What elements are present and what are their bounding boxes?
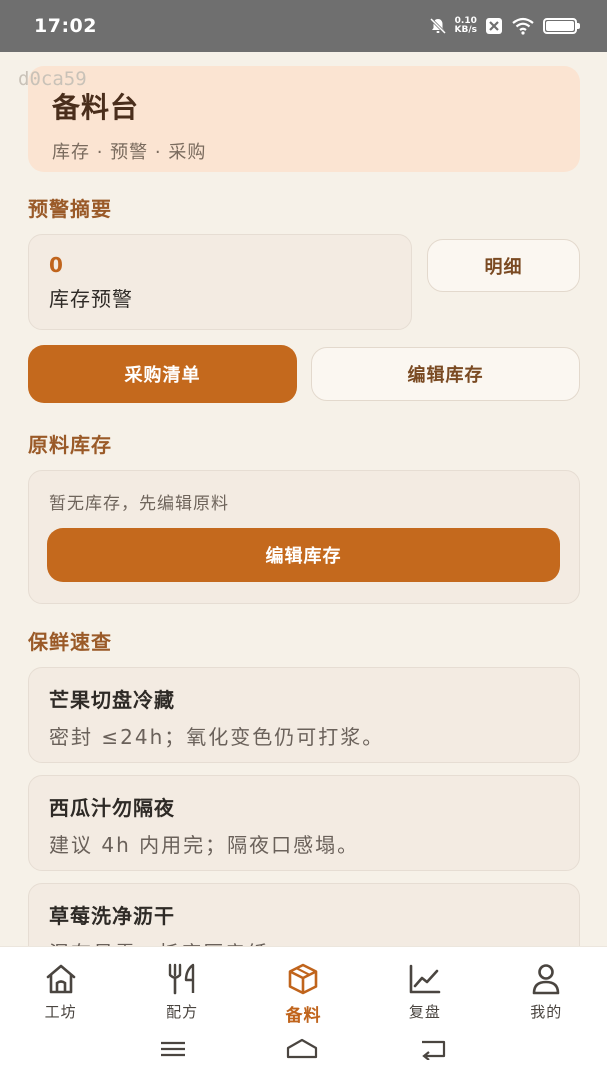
wifi-icon [511,17,535,35]
nav-label: 复盘 [408,1003,441,1021]
user-icon [528,961,564,997]
nav-item-recipes[interactable]: 配方 [132,961,232,1031]
header-card: 备料台 库存 · 预警 · 采购 [28,66,580,172]
nav-item-profile[interactable]: 我的 [496,961,596,1031]
net-speed: 0.10 KB/s [455,17,477,35]
utensils-icon [164,961,200,997]
section-title-alerts: 预警摘要 [28,197,112,221]
stock-empty-text: 暂无库存，先编辑原料 [49,494,229,514]
freshness-desc: 建议 4h 内用完；隔夜口感塌。 [49,833,360,857]
alert-label: 库存预警 [49,287,133,311]
menu-icon[interactable] [159,1040,187,1062]
watermark: d0ca59 [18,68,87,90]
section-title-freshness: 保鲜速查 [28,630,112,654]
status-bar: 17:02 0.10 KB/s [0,0,607,52]
home-icon [43,961,79,997]
nav-label: 备料 [285,1006,322,1026]
nav-item-prep[interactable]: 备料 [253,961,353,1031]
nav-label: 配方 [166,1003,199,1021]
detail-button[interactable]: 明细 [427,239,580,292]
alert-summary-card: 0 库存预警 [28,234,412,330]
nav-item-workshop[interactable]: 工坊 [11,961,111,1031]
close-box-icon [485,17,503,35]
freshness-title: 西瓜汁勿隔夜 [49,796,175,820]
freshness-title: 芒果切盘冷藏 [49,688,175,712]
net-speed-unit: KB/s [454,25,477,35]
status-icons: 0.10 KB/s [429,17,580,35]
stock-edit-button[interactable]: 编辑库存 [47,528,560,582]
freshness-card[interactable]: 芒果切盘冷藏 密封 ≤24h；氧化变色仍可打浆。 [28,667,580,763]
nav-label: 我的 [530,1003,563,1021]
box-icon [285,961,321,997]
nav-item-review[interactable]: 复盘 [375,961,475,1031]
freshness-desc: 密封 ≤24h；氧化变色仍可打浆。 [49,725,385,749]
page-subtitle: 库存 · 预警 · 采购 [52,142,207,163]
edit-stock-button[interactable]: 编辑库存 [311,347,580,401]
freshness-title: 草莓洗净沥干 [49,904,175,928]
chart-icon [407,961,443,997]
back-icon[interactable] [418,1038,448,1064]
page-title: 备料台 [52,91,140,124]
purchase-list-button[interactable]: 采购清单 [28,345,297,403]
freshness-card[interactable]: 西瓜汁勿隔夜 建议 4h 内用完；隔夜口感塌。 [28,775,580,871]
section-title-stock: 原料库存 [28,433,112,457]
system-nav-bar [0,1031,607,1071]
alert-count: 0 [49,253,63,277]
bell-muted-icon [429,17,447,35]
system-home-icon[interactable] [285,1038,319,1064]
nav-label: 工坊 [44,1003,77,1021]
bottom-nav: 工坊 配方 备料 复盘 我的 [0,946,607,1080]
status-time: 17:02 [34,15,97,37]
battery-icon [543,18,580,34]
